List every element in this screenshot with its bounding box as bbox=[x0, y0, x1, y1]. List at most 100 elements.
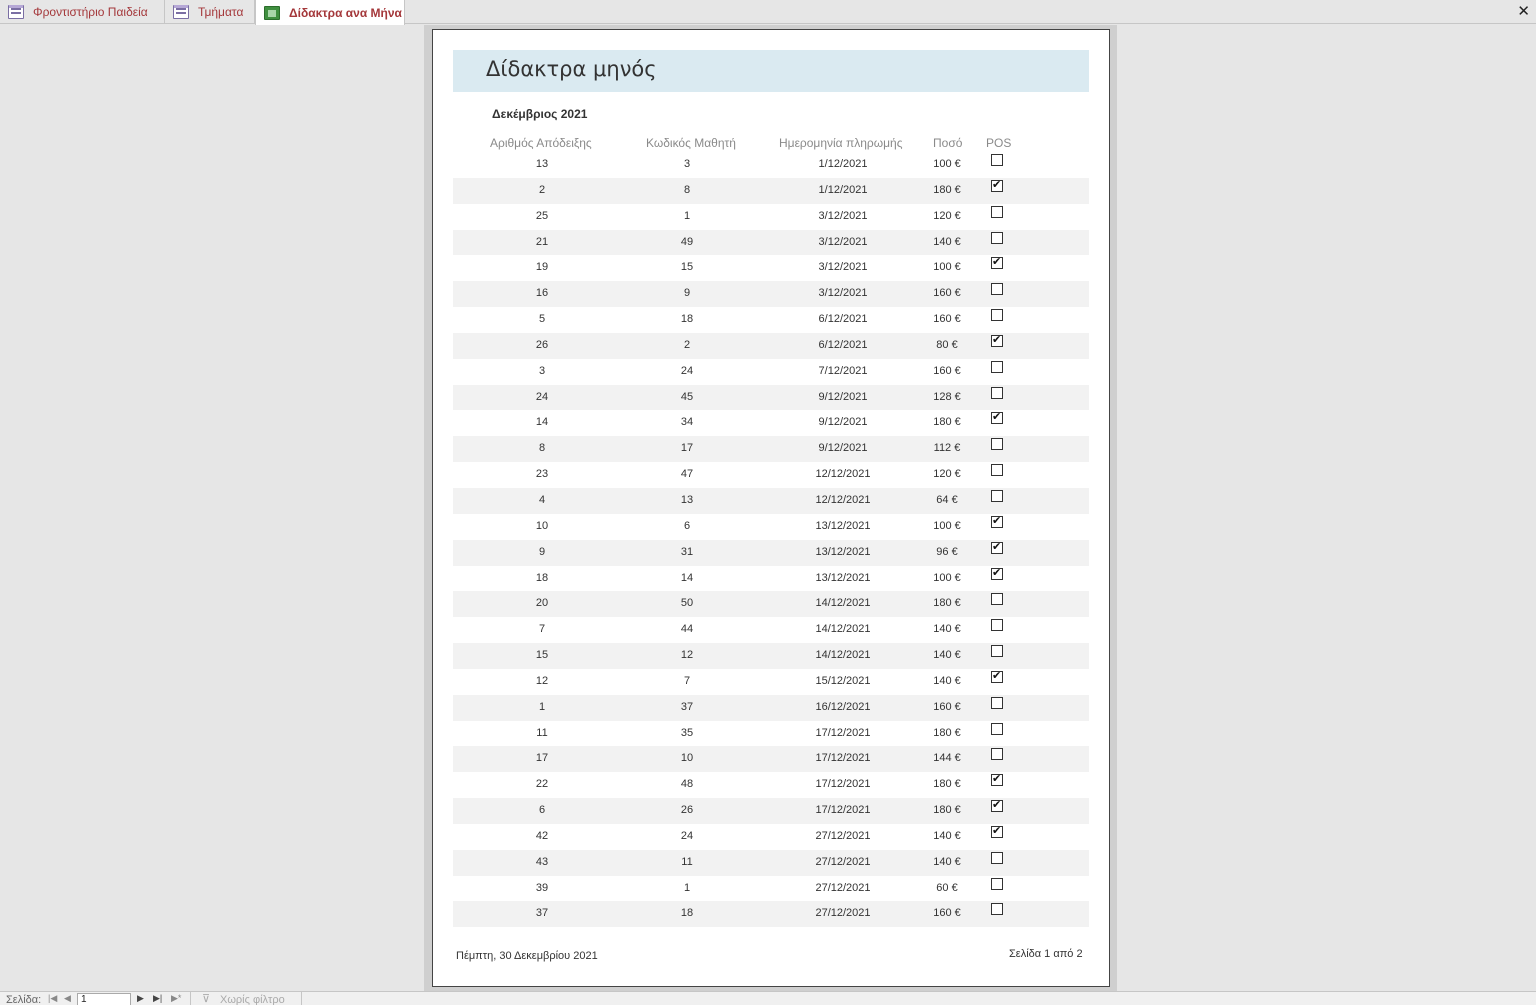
first-page-button[interactable]: |◀ bbox=[48, 993, 57, 1004]
pos-checkbox bbox=[991, 824, 1003, 838]
payment-date-cell: 13/12/2021 bbox=[815, 519, 871, 532]
receipt-cell: 1 bbox=[538, 700, 546, 713]
student-code-cell: 31 bbox=[680, 545, 694, 558]
payment-date-cell: 14/12/2021 bbox=[815, 649, 871, 662]
student-code-cell: 47 bbox=[680, 468, 694, 481]
student-code-cell: 49 bbox=[680, 235, 694, 248]
amount-cell: 96 € bbox=[936, 545, 958, 558]
table-row: 4 13 12/12/2021 64 € bbox=[453, 487, 1089, 514]
payment-date-cell: 3/12/2021 bbox=[818, 235, 868, 248]
previous-page-button[interactable]: ◀ bbox=[64, 993, 71, 1004]
student-code-cell: 17 bbox=[680, 442, 694, 455]
payment-date-cell: 14/12/2021 bbox=[815, 623, 871, 636]
pos-checkbox bbox=[991, 309, 1003, 322]
payment-date-cell: 17/12/2021 bbox=[815, 726, 871, 739]
page-number-input[interactable] bbox=[77, 993, 131, 1005]
pos-checkbox bbox=[991, 438, 1003, 451]
student-code-cell: 1 bbox=[683, 209, 691, 222]
payment-date-cell: 1/12/2021 bbox=[818, 183, 868, 196]
report-detail-rows: 1331/12/2021100 €281/12/2021180 €2513/12… bbox=[453, 152, 1089, 928]
table-row: 42 24 27/12/2021 140 € bbox=[453, 824, 1089, 850]
student-code-cell: 6 bbox=[683, 519, 691, 532]
footer-page-number: Σελίδα 1 από 2 bbox=[1009, 948, 1083, 960]
amount-cell: 100 € bbox=[933, 519, 961, 532]
student-code-cell: 11 bbox=[681, 855, 693, 868]
payment-date-cell: 6/12/2021 bbox=[818, 338, 868, 351]
payment-date-cell: 13/12/2021 bbox=[815, 571, 871, 584]
amount-cell: 180 € bbox=[933, 778, 961, 791]
amount-cell: 128 € bbox=[933, 390, 961, 403]
pos-checkbox bbox=[991, 386, 1003, 399]
pos-checkbox bbox=[991, 205, 1003, 218]
receipt-cell: 13 bbox=[535, 158, 549, 170]
amount-cell: 120 € bbox=[933, 468, 961, 481]
amount-cell: 60 € bbox=[936, 881, 958, 894]
pos-checkbox bbox=[991, 593, 1003, 606]
pos-checkbox bbox=[991, 566, 1003, 580]
amount-cell: 100 € bbox=[933, 158, 961, 170]
pos-checkbox bbox=[991, 489, 1003, 502]
payment-date-cell: 27/12/2021 bbox=[815, 829, 871, 842]
last-page-button[interactable]: ▶| bbox=[153, 993, 162, 1004]
amount-cell: 80 € bbox=[936, 338, 958, 351]
table-row: 3 24 7/12/2021 160 € bbox=[453, 359, 1089, 385]
payment-date-cell: 15/12/2021 bbox=[815, 674, 871, 687]
column-header-amount: Ποσό bbox=[933, 136, 963, 150]
pos-checkbox bbox=[991, 798, 1003, 813]
tab-tmimata[interactable]: Τμήματα bbox=[165, 0, 255, 24]
amount-cell: 112 € bbox=[933, 442, 961, 455]
payment-date-cell: 27/12/2021 bbox=[815, 881, 871, 894]
tab-label: Φροντιστήριο Παιδεία bbox=[33, 5, 148, 19]
amount-cell: 100 € bbox=[933, 571, 961, 584]
payment-date-cell: 16/12/2021 bbox=[815, 700, 871, 713]
receipt-cell: 39 bbox=[535, 881, 549, 894]
table-row: 13 3 1/12/2021 100 € bbox=[453, 152, 1089, 178]
payment-date-cell: 9/12/2021 bbox=[818, 442, 868, 455]
amount-cell: 180 € bbox=[933, 726, 961, 739]
pos-checkbox bbox=[991, 360, 1003, 373]
pos-checkbox bbox=[991, 696, 1003, 709]
report-icon bbox=[264, 5, 280, 20]
amount-cell: 140 € bbox=[933, 235, 961, 248]
receipt-cell: 37 bbox=[535, 907, 549, 920]
table-row: 24 45 9/12/2021 128 € bbox=[453, 384, 1089, 411]
payment-date-cell: 12/12/2021 bbox=[815, 493, 871, 506]
pos-checkbox bbox=[991, 464, 1003, 477]
pos-checkbox bbox=[991, 333, 1003, 347]
receipt-cell: 10 bbox=[535, 519, 549, 532]
tab-frontistirio-paideia[interactable]: Φροντιστήριο Παιδεία bbox=[0, 0, 165, 24]
student-code-cell: 2 bbox=[683, 338, 691, 351]
payment-date-cell: 7/12/2021 bbox=[818, 364, 868, 377]
receipt-cell: 23 bbox=[535, 468, 549, 481]
table-row: 23 47 12/12/2021 120 € bbox=[453, 462, 1089, 488]
document-tab-bar: Φροντιστήριο Παιδεία Τμήματα Δίδακτρα αν… bbox=[0, 0, 1536, 25]
filter-status[interactable]: Χωρίς φίλτρο bbox=[220, 994, 285, 1005]
amount-cell: 160 € bbox=[933, 313, 961, 326]
receipt-cell: 17 bbox=[535, 752, 549, 765]
table-row: 7 44 14/12/2021 140 € bbox=[453, 617, 1089, 643]
receipt-cell: 15 bbox=[535, 649, 549, 662]
pos-checkbox bbox=[991, 231, 1003, 244]
pos-checkbox bbox=[991, 903, 1003, 916]
table-row: 14 34 9/12/2021 180 € bbox=[453, 410, 1089, 436]
student-code-cell: 12 bbox=[680, 649, 694, 662]
column-header-pos: POS bbox=[986, 136, 1012, 150]
table-row: 20 50 14/12/2021 180 € bbox=[453, 591, 1089, 618]
tab-label: Τμήματα bbox=[198, 5, 244, 19]
student-code-cell: 9 bbox=[683, 287, 691, 300]
student-code-cell: 8 bbox=[683, 183, 691, 196]
receipt-cell: 4 bbox=[538, 493, 546, 506]
tab-didaktra-ana-mina[interactable]: Δίδακτρα ανα Μήνα bbox=[255, 0, 405, 25]
amount-cell: 144 € bbox=[933, 752, 961, 765]
next-page-button[interactable]: ▶ bbox=[137, 993, 144, 1004]
pos-checkbox bbox=[991, 514, 1003, 528]
receipt-cell: 8 bbox=[538, 442, 546, 455]
payment-date-cell: 17/12/2021 bbox=[815, 752, 871, 765]
filter-icon: ⊽ bbox=[202, 993, 211, 1005]
table-row: 25 1 3/12/2021 120 € bbox=[453, 204, 1089, 230]
table-row: 22 48 17/12/2021 180 € bbox=[453, 772, 1089, 798]
amount-cell: 160 € bbox=[933, 907, 961, 920]
close-icon[interactable]: ✕ bbox=[1517, 2, 1530, 20]
pos-checkbox bbox=[991, 748, 1003, 761]
new-record-button[interactable]: ▶* bbox=[171, 993, 181, 1004]
